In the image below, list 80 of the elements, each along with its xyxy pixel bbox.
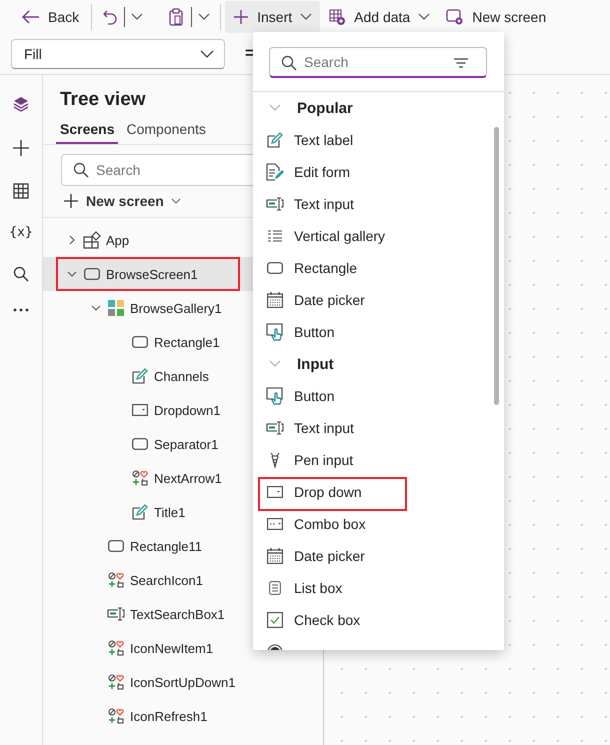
- checkbox-icon: [267, 612, 283, 628]
- variables-icon[interactable]: {x}: [9, 225, 33, 240]
- menu-item[interactable]: Combo box: [253, 508, 504, 540]
- caret-icon: [198, 13, 210, 21]
- back-button[interactable]: Back: [14, 1, 88, 33]
- plus-icon: [63, 193, 79, 209]
- search-icon: [73, 162, 89, 178]
- button-icon: [266, 323, 284, 341]
- gallery-icon: [108, 300, 124, 316]
- app-icon: [82, 230, 102, 250]
- menu-item[interactable]: Button: [253, 380, 504, 412]
- back-arrow-icon: [22, 10, 40, 24]
- icons-icon: [108, 572, 124, 588]
- button-icon: [266, 387, 284, 405]
- plus-icon: [233, 9, 250, 25]
- pencil-icon: [267, 132, 283, 148]
- text-input-icon: [107, 607, 125, 621]
- add-data-button[interactable]: Add data: [320, 1, 438, 33]
- icons-icon: [108, 708, 124, 724]
- rectangle-icon: [267, 262, 283, 274]
- text-input-icon: [266, 421, 284, 435]
- more-icon[interactable]: [13, 308, 29, 312]
- section-heading: Popular: [297, 100, 353, 116]
- chevron-icon[interactable]: [66, 235, 76, 245]
- chevron-icon[interactable]: [66, 269, 76, 279]
- panel-title: Tree view: [60, 89, 146, 111]
- caret-icon: [170, 198, 181, 204]
- table-icon[interactable]: [13, 183, 29, 199]
- caret-icon: [418, 13, 430, 21]
- menu-item[interactable]: Text input: [253, 188, 504, 220]
- menu-item[interactable]: Text label: [253, 124, 504, 156]
- clipboard-icon: [169, 8, 184, 26]
- layers-icon[interactable]: [12, 95, 30, 113]
- rectangle-icon: [132, 336, 148, 348]
- menu-item[interactable]: List box: [253, 572, 504, 604]
- scrollbar[interactable]: [494, 127, 499, 405]
- list-box-icon: [269, 581, 281, 595]
- tree-item[interactable]: IconRefresh1: [43, 699, 323, 733]
- tab[interactable]: Components: [122, 117, 210, 144]
- new-screen-button[interactable]: New screen: [63, 189, 181, 213]
- menu-item[interactable]: Text input: [253, 412, 504, 444]
- menu-item[interactable]: Drop down: [253, 476, 504, 508]
- search-field[interactable]: Search: [269, 47, 487, 78]
- menu-item[interactable]: Date picker: [253, 540, 504, 572]
- tab[interactable]: Screens: [56, 117, 118, 144]
- rectangle-icon: [132, 438, 148, 450]
- rectangle-icon: [84, 268, 100, 280]
- menu-item[interactable]: Vertical gallery: [253, 220, 504, 252]
- pencil-icon: [132, 504, 148, 520]
- calendar-icon: [267, 292, 283, 308]
- pen-icon: [269, 452, 281, 468]
- plus-icon[interactable]: [12, 139, 30, 157]
- pencil-icon: [132, 368, 148, 384]
- filter-icon[interactable]: [453, 57, 469, 69]
- property-dropdown[interactable]: Fill: [11, 39, 225, 69]
- calendar-icon: [267, 548, 283, 564]
- list-icon: [268, 230, 282, 242]
- icons-icon: [132, 470, 148, 486]
- chevron-icon[interactable]: [90, 303, 100, 313]
- screen-add-icon: [446, 9, 464, 25]
- chevron-down-icon: [200, 50, 214, 58]
- menu-item[interactable]: Pen input: [253, 444, 504, 476]
- section-heading: Input: [297, 356, 334, 372]
- tree-item[interactable]: IconSortUpDown1: [43, 665, 323, 699]
- undo-icon: [102, 9, 118, 25]
- table-add-icon: [328, 8, 346, 26]
- text-input-icon: [266, 197, 284, 211]
- insert-button[interactable]: Insert: [225, 1, 320, 33]
- rectangle-icon: [108, 540, 124, 552]
- search-icon: [281, 55, 297, 71]
- search-icon[interactable]: [13, 266, 29, 282]
- dropdown-icon: [267, 486, 283, 498]
- menu-item[interactable]: Button: [253, 316, 504, 348]
- icons-icon: [108, 640, 124, 656]
- caret-icon: [131, 13, 144, 21]
- dropdown-icon: [132, 404, 148, 416]
- form-icon: [266, 163, 284, 181]
- caret-icon: [300, 13, 312, 21]
- combo-box-icon: [267, 518, 283, 530]
- icons-icon: [108, 674, 124, 690]
